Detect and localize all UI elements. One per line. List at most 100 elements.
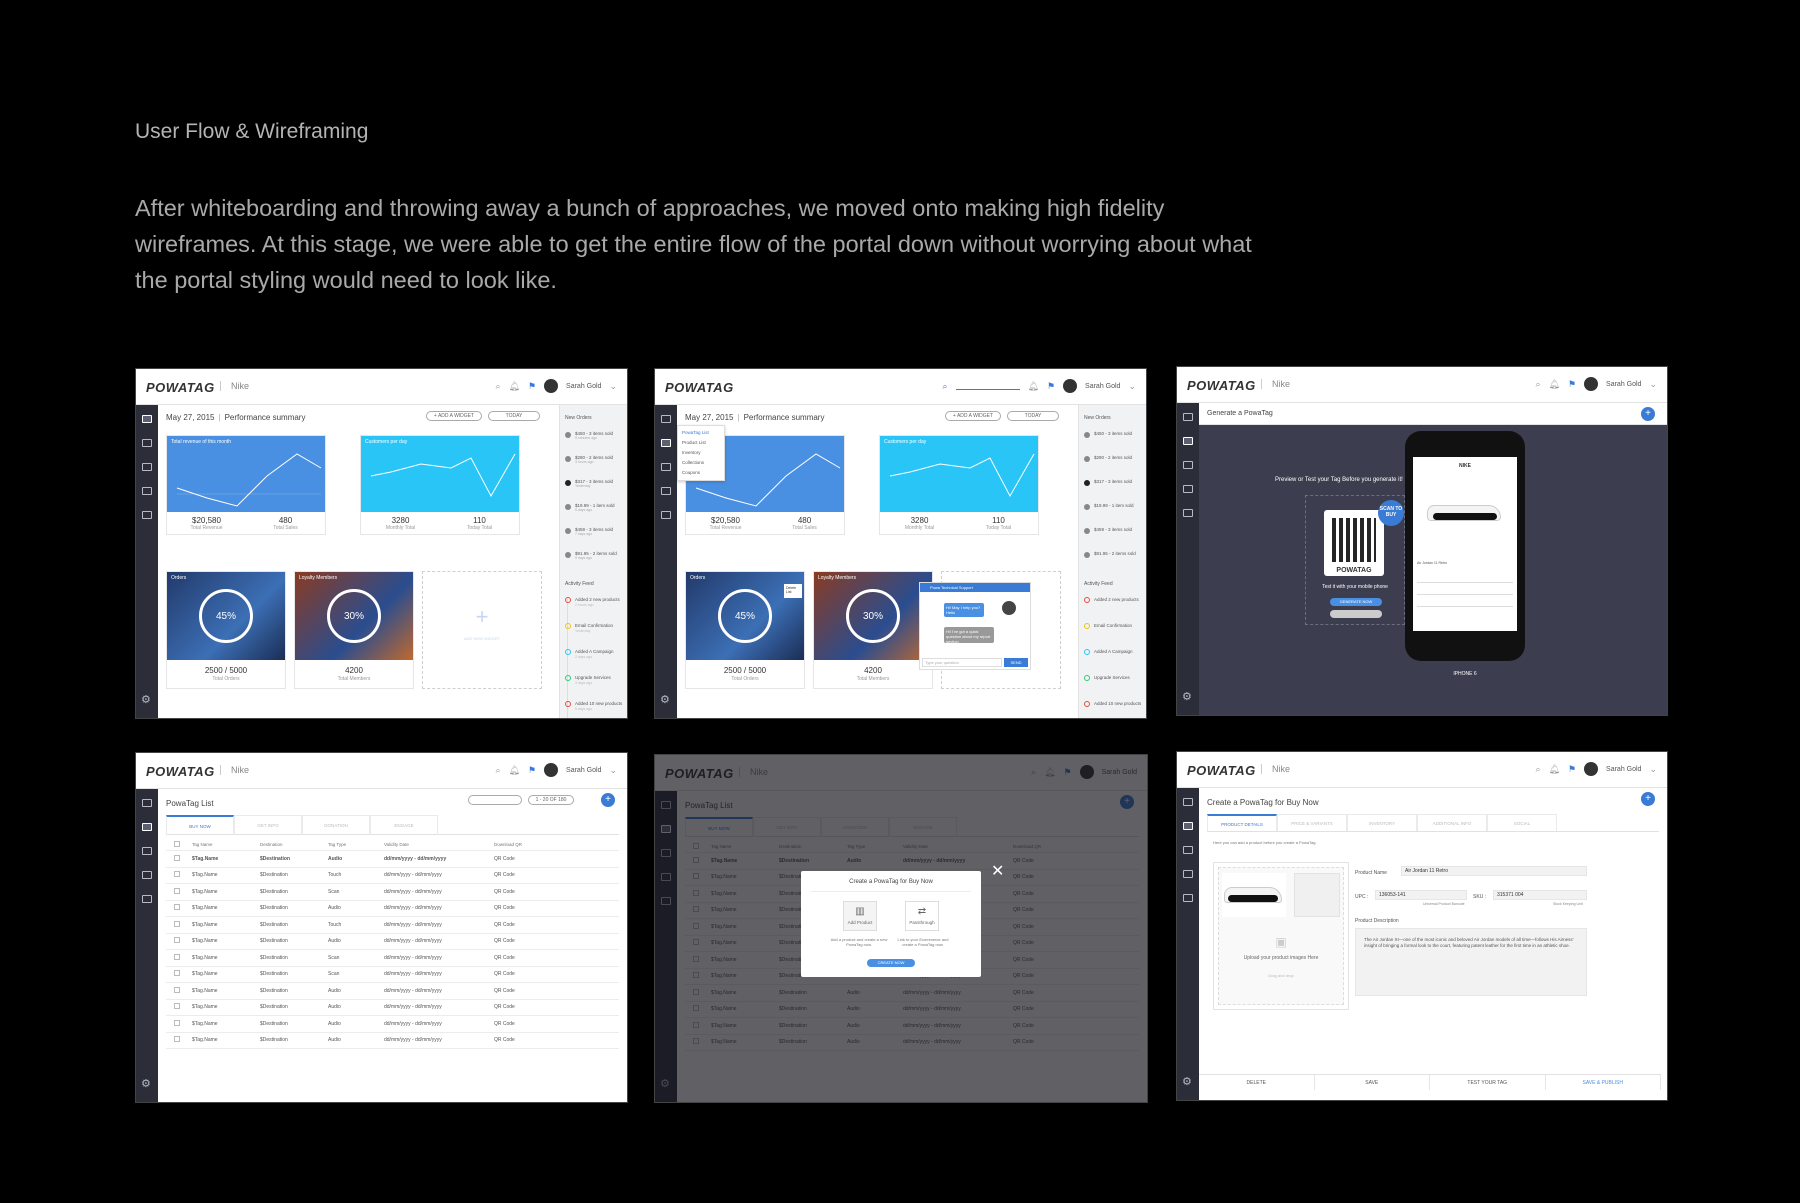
- row-checkbox[interactable]: [174, 970, 180, 977]
- store-dropdown-menu[interactable]: PowaTag List Product List Inventory Coll…: [677, 425, 725, 481]
- chevron-down-icon[interactable]: ⌄: [1649, 764, 1657, 775]
- avatar[interactable]: [544, 763, 559, 777]
- list-icon[interactable]: [142, 847, 152, 855]
- avatar[interactable]: [544, 379, 559, 393]
- secondary-button[interactable]: [1330, 610, 1382, 618]
- orders-card[interactable]: Orders 45% 2500 / 5000 Total Orders: [166, 571, 286, 689]
- search-icon[interactable]: ⌕: [942, 381, 947, 392]
- download-qr-link[interactable]: QR Code: [494, 938, 619, 944]
- save-button[interactable]: SAVE: [1315, 1075, 1430, 1090]
- tab-social[interactable]: SOCIAL: [1487, 814, 1557, 831]
- table-row[interactable]: $Tag.Name $Destination Touch dd/mm/yyyy - d…: [166, 917, 619, 934]
- menu-item-powatag-list[interactable]: PowaTag List: [682, 428, 720, 438]
- gear-icon[interactable]: ⚙: [141, 1079, 151, 1090]
- download-qr-link[interactable]: QR Code: [494, 1037, 619, 1043]
- tab-additional-info[interactable]: ADDITIONAL INFO: [1417, 814, 1487, 831]
- order-row[interactable]: $450 - 3 items sold: [1084, 431, 1142, 445]
- product-name-field[interactable]: Air Jordan 11 Retro: [1401, 866, 1587, 876]
- orders-card[interactable]: Orders 45% 2500 / 5000 Total Orders Dele…: [685, 571, 805, 689]
- user-name[interactable]: Sarah Gold: [1085, 383, 1120, 390]
- loyalty-card[interactable]: Loyalty Members 30% 4200 Total Members: [813, 571, 933, 689]
- range-select[interactable]: TODAY: [1007, 411, 1059, 421]
- share-icon[interactable]: [1183, 894, 1193, 902]
- avatar[interactable]: [1584, 377, 1599, 391]
- share-icon[interactable]: [1183, 509, 1193, 517]
- menu-item-coupons[interactable]: Coupons: [682, 468, 720, 478]
- option-select[interactable]: [1417, 587, 1513, 595]
- order-row[interactable]: $19.99 - 1 item sold 5 days ago: [565, 503, 623, 517]
- download-qr-link[interactable]: QR Code: [494, 905, 619, 911]
- device-select[interactable]: IPHONE 6: [1405, 671, 1525, 677]
- chat-input[interactable]: Type your question: [922, 658, 1002, 667]
- share-icon[interactable]: [142, 895, 152, 903]
- bell-icon[interactable]: 🔔︎: [1549, 379, 1560, 390]
- share-icon[interactable]: [661, 511, 671, 519]
- row-checkbox[interactable]: [174, 887, 180, 894]
- tab-engage[interactable]: ENGAGE: [370, 815, 438, 835]
- image-upload-box[interactable]: ▣ Upload your product images Here Drag a…: [1213, 862, 1349, 1010]
- search-icon[interactable]: ⌕: [495, 381, 500, 392]
- activity-item[interactable]: Upgrade Services: [1084, 675, 1142, 695]
- row-checkbox[interactable]: [174, 920, 180, 927]
- activity-item[interactable]: Added 10 new products 5 days ago: [565, 701, 623, 718]
- bell-icon[interactable]: 🔔︎: [1028, 381, 1039, 392]
- order-row[interactable]: $91.95 - 2 items sold 9 days ago: [565, 551, 623, 565]
- dashboard-icon[interactable]: [661, 415, 671, 423]
- tab-inventory[interactable]: INVENTORY: [1347, 814, 1417, 831]
- activity-item[interactable]: Added 2 new products 2 hours ago: [565, 597, 623, 617]
- users-icon[interactable]: [142, 487, 152, 495]
- add-button[interactable]: +: [601, 793, 615, 807]
- list-icon[interactable]: [1183, 846, 1193, 854]
- search-icon[interactable]: ⌕: [1535, 764, 1540, 775]
- add-widget-button[interactable]: + ADD A WIDGET: [945, 411, 1001, 421]
- order-row[interactable]: $317 - 3 items sold Yesterday: [565, 479, 623, 493]
- search-input[interactable]: [955, 382, 1020, 390]
- tab-donation[interactable]: DONATION: [302, 815, 370, 835]
- row-checkbox[interactable]: [174, 953, 180, 960]
- table-row[interactable]: $Tag.Name $Destination Audio dd/mm/yyyy - d…: [166, 934, 619, 950]
- search-icon[interactable]: ⌕: [495, 765, 500, 776]
- gear-icon[interactable]: ⚙: [660, 695, 670, 706]
- pagination[interactable]: 1 - 20 OF 180: [528, 795, 574, 805]
- row-checkbox[interactable]: [174, 904, 180, 911]
- order-row[interactable]: $317 - 3 items sold: [1084, 479, 1142, 493]
- add-widget-button[interactable]: + ADD A WIDGET: [426, 411, 482, 421]
- tab-product-details[interactable]: PRODUCT DETAILS: [1207, 814, 1277, 831]
- gear-icon[interactable]: ⚙: [1182, 1077, 1192, 1088]
- search-icon[interactable]: ⌕: [1535, 379, 1540, 390]
- list-icon[interactable]: [1183, 461, 1193, 469]
- send-button[interactable]: SEND: [1004, 658, 1028, 667]
- store-icon[interactable]: [1183, 437, 1193, 445]
- list-icon[interactable]: [142, 463, 152, 471]
- order-row[interactable]: $91.95 - 2 items sold: [1084, 551, 1142, 565]
- activity-item[interactable]: Added A Campaign 2 days ago: [565, 649, 623, 669]
- view-toggle[interactable]: [468, 795, 522, 805]
- generate-now-button[interactable]: GENERATE NOW: [1330, 598, 1382, 606]
- list-icon[interactable]: [661, 463, 671, 471]
- gear-icon[interactable]: ⚙: [141, 695, 151, 706]
- bell-icon[interactable]: 🔔︎: [1549, 764, 1560, 775]
- test-your-tag-button[interactable]: TEST YOUR TAG: [1430, 1075, 1546, 1090]
- table-row[interactable]: $Tag.Name $Destination Audio dd/mm/yyyy - d…: [166, 901, 619, 917]
- chevron-down-icon[interactable]: ⌄: [1128, 381, 1136, 392]
- user-name[interactable]: Sarah Gold: [566, 383, 601, 390]
- menu-item-product-list[interactable]: Product List: [682, 438, 720, 448]
- activity-item[interactable]: Added 2 new products: [1084, 597, 1142, 617]
- flag-icon[interactable]: ⚑: [528, 765, 536, 776]
- users-icon[interactable]: [1183, 870, 1193, 878]
- store-icon[interactable]: [1183, 822, 1193, 830]
- sku-field[interactable]: 315371 004: [1493, 890, 1587, 900]
- download-qr-link[interactable]: QR Code: [494, 889, 619, 895]
- delete-button[interactable]: DELETE: [1199, 1075, 1315, 1090]
- table-row[interactable]: $Tag.Name $Destination Audio dd/mm/yyyy - d…: [166, 1033, 619, 1049]
- add-button[interactable]: +: [1641, 407, 1655, 421]
- row-checkbox[interactable]: [174, 1003, 180, 1010]
- row-checkbox[interactable]: [174, 986, 180, 993]
- flag-icon[interactable]: ⚑: [1568, 379, 1576, 390]
- order-row[interactable]: $280 - 2 items sold: [1084, 455, 1142, 469]
- tab-buy-now[interactable]: BUY NOW: [166, 815, 234, 835]
- bell-icon[interactable]: 🔔︎: [509, 381, 520, 392]
- users-icon[interactable]: [142, 871, 152, 879]
- activity-item[interactable]: Email Confirmation: [1084, 623, 1142, 643]
- download-qr-link[interactable]: QR Code: [494, 872, 619, 878]
